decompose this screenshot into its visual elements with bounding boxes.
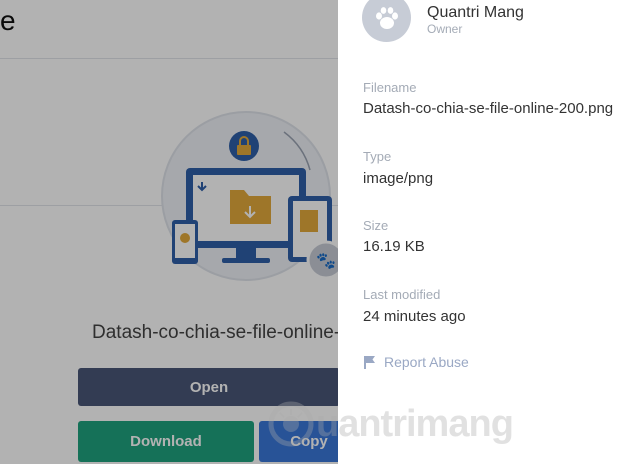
owner-role: Owner	[427, 22, 463, 36]
size-label: Size	[363, 218, 389, 233]
last-modified-label: Last modified	[363, 287, 441, 302]
filename-label: Filename	[363, 80, 417, 95]
type-value: image/png	[363, 170, 434, 187]
type-label: Type	[363, 149, 392, 164]
flag-icon	[364, 356, 375, 369]
owner-name: Quantri Mang	[427, 4, 524, 21]
paw-icon	[375, 6, 398, 29]
report-abuse-label: Report Abuse	[384, 354, 469, 370]
size-value: 16.19 KB	[363, 238, 425, 255]
avatar	[362, 0, 411, 42]
filename-value: Datash-co-chia-se-file-online-200.png	[363, 100, 614, 117]
last-modified-value: 24 minutes ago	[363, 308, 466, 325]
report-abuse-link[interactable]: Report Abuse	[363, 354, 469, 370]
file-details-panel: Quantri Mang Owner Filename Datash-co-ch…	[338, 0, 638, 464]
